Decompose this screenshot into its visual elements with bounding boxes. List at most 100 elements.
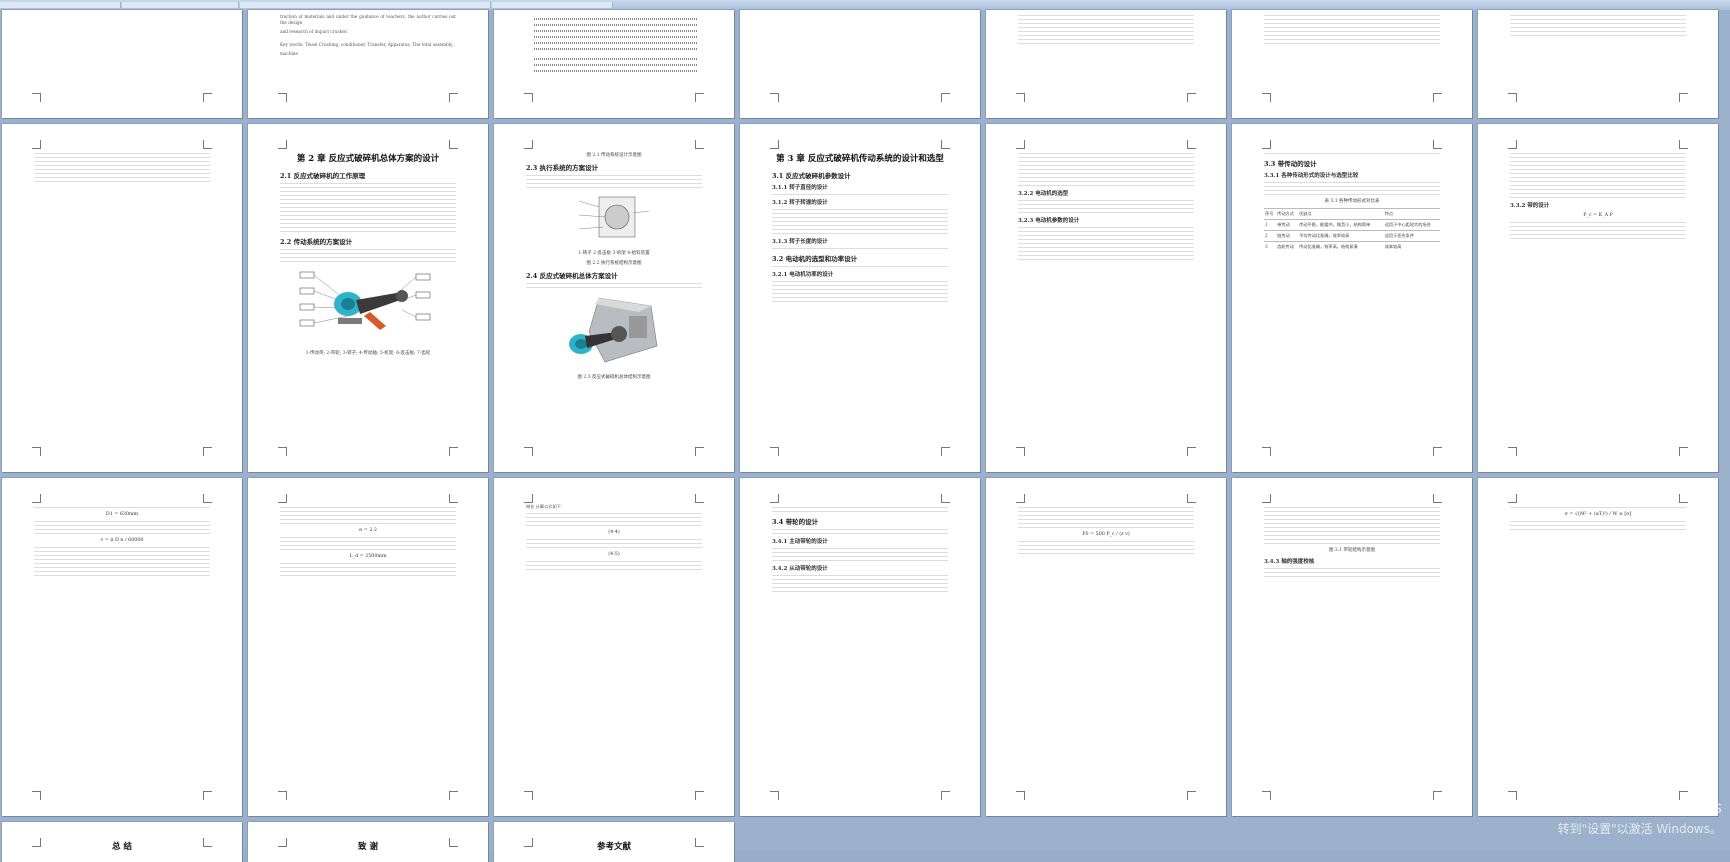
page-thumbnail[interactable]: D1 = 630mm v = π D n / 60000: [2, 478, 242, 816]
page-thumbnail[interactable]: F0 = 500 P_c / (z v): [986, 478, 1226, 816]
crop-mark: [278, 140, 287, 149]
crop-mark: [278, 447, 287, 456]
formula: L_d = 2500mm: [349, 554, 387, 559]
text-line: [1018, 161, 1194, 162]
text-line: [1264, 527, 1440, 528]
text-line: [280, 231, 456, 232]
crop-mark: [695, 494, 704, 503]
toc-entry: [534, 36, 698, 38]
text-line: [772, 533, 948, 534]
page-thumbnail[interactable]: 图 2.1 传动系统设计示意图 2.3 执行系统的方案设计 1-转子 2-反击板…: [494, 124, 734, 472]
text-line: [1510, 165, 1686, 166]
text-line: [1264, 531, 1440, 532]
text-line: [526, 547, 702, 549]
crop-mark: [1433, 791, 1442, 800]
text-line: [772, 575, 948, 576]
page-thumbnail[interactable]: 总 结: [2, 822, 242, 862]
ribbon-segment: [0, 2, 121, 8]
table-cell: 链传动: [1276, 230, 1299, 242]
page-thumbnail[interactable]: 3.4 带轮的设计 3.4.1 主动带轮的设计 3.4.2 从动带轮的设计: [740, 478, 980, 816]
crop-mark: [524, 838, 533, 847]
page-thumbnail[interactable]: 致 谢: [248, 822, 488, 862]
page-thumbnail[interactable]: [1478, 10, 1718, 118]
table-cell: 2: [1264, 230, 1277, 242]
text-line: [1264, 35, 1440, 36]
crop-mark: [770, 791, 779, 800]
text-line: [1018, 173, 1194, 174]
page-thumbnail[interactable]: 图 3.1 带轮结构示意图 3.4.3 轴的强度校核: [1232, 478, 1472, 816]
page-thumbnail[interactable]: 3.2.2 电动机的选型 3.2.3 电动机参数的设计: [986, 124, 1226, 472]
text-line: [280, 507, 456, 508]
text-line: [34, 525, 210, 526]
text-line: [1510, 35, 1686, 36]
toc-entry: [534, 42, 698, 44]
text-line: [280, 563, 456, 564]
subsection-heading: 3.1.2 转子转速的设计: [772, 200, 828, 206]
text-line: [1018, 511, 1194, 512]
body-text: and research of impact crusher.: [280, 29, 348, 35]
page-thumbnail[interactable]: α = 2.2 L_d = 2500mm: [248, 478, 488, 816]
crop-mark: [695, 447, 704, 456]
text-line: [1510, 238, 1686, 239]
text-line: [280, 183, 456, 184]
text-line: [34, 169, 210, 170]
crop-mark: [941, 140, 950, 149]
text-line: [772, 209, 948, 210]
text-line: [526, 561, 702, 563]
keywords-text: machine: [280, 50, 299, 56]
page-thumbnail[interactable]: 第 3 章 反应式破碎机传动系统的设计和选型 3.1 反应式破碎机参数设计 3.…: [740, 124, 980, 472]
text-line: [1018, 165, 1194, 166]
page-thumbnail[interactable]: [1232, 10, 1472, 118]
table-cell: 优缺点: [1298, 208, 1384, 220]
crop-mark: [524, 447, 533, 456]
text-line: [526, 517, 702, 519]
page-thumbnail[interactable]: [740, 10, 980, 118]
text-line: [280, 545, 456, 546]
page-thumbnail[interactable]: 带长 计算公式如下： (4-4) (4-5): [494, 478, 734, 816]
crop-mark: [278, 494, 287, 503]
ribbon-segment: [240, 2, 491, 8]
text-line: [280, 567, 456, 568]
text-line: [1510, 19, 1686, 20]
crop-mark: [1679, 447, 1688, 456]
page-thumbnail[interactable]: [2, 10, 242, 118]
text-line: [1264, 15, 1440, 16]
page-thumbnail[interactable]: 3.3 带传动的设计 3.3.1 各种传动形式的设计与选型比较 表 3.1 各种…: [1232, 124, 1472, 472]
crop-mark: [524, 494, 533, 503]
crop-mark: [32, 447, 41, 456]
crop-mark: [1433, 93, 1442, 102]
text-line: [1018, 255, 1194, 256]
page-thumbnail[interactable]: σ = √(M² + (αT)²) / W ≤ [σ]: [1478, 478, 1718, 816]
crop-mark: [278, 838, 287, 847]
subsection-heading: 3.2.1 电动机功率的设计: [772, 272, 834, 278]
text-line: [1018, 212, 1194, 213]
text-line: [1264, 539, 1440, 540]
text-line: [1264, 153, 1440, 154]
page-thumbnail[interactable]: 参考文献: [494, 822, 734, 862]
text-line: [1510, 27, 1686, 28]
page-thumbnail[interactable]: [2, 124, 242, 472]
text-line: [772, 591, 948, 592]
page-thumbnail[interactable]: [494, 10, 734, 118]
text-line: [280, 523, 456, 524]
crop-mark: [1433, 494, 1442, 503]
figure-caption: 图 2.2 执行系统结构示意图: [586, 261, 642, 266]
text-line: [1510, 15, 1686, 16]
page-thumbnail[interactable]: [986, 10, 1226, 118]
text-line: [34, 563, 210, 564]
text-line: [772, 293, 948, 294]
page-thumbnail[interactable]: traction of materials and under the guid…: [248, 10, 488, 118]
text-line: [34, 173, 210, 174]
page-thumbnail[interactable]: 第 2 章 反应式破碎机总体方案的设计 2.1 反应式破碎机的工作原理 2.2 …: [248, 124, 488, 472]
watermark-subtitle: 转到"设置"以激活 Windows。: [1557, 822, 1722, 836]
page-thumbnail[interactable]: 3.3.2 带的设计 P_c = K_A P: [1478, 124, 1718, 472]
text-line: [772, 285, 948, 286]
crop-mark: [32, 791, 41, 800]
text-line: [526, 521, 702, 523]
text-line: [526, 525, 702, 527]
text-line: [1264, 190, 1440, 191]
formula: α = 2.2: [359, 528, 377, 533]
document-multipage-view[interactable]: traction of materials and under the guid…: [0, 10, 1730, 862]
text-line: [280, 549, 456, 550]
text-line: [1510, 521, 1686, 522]
